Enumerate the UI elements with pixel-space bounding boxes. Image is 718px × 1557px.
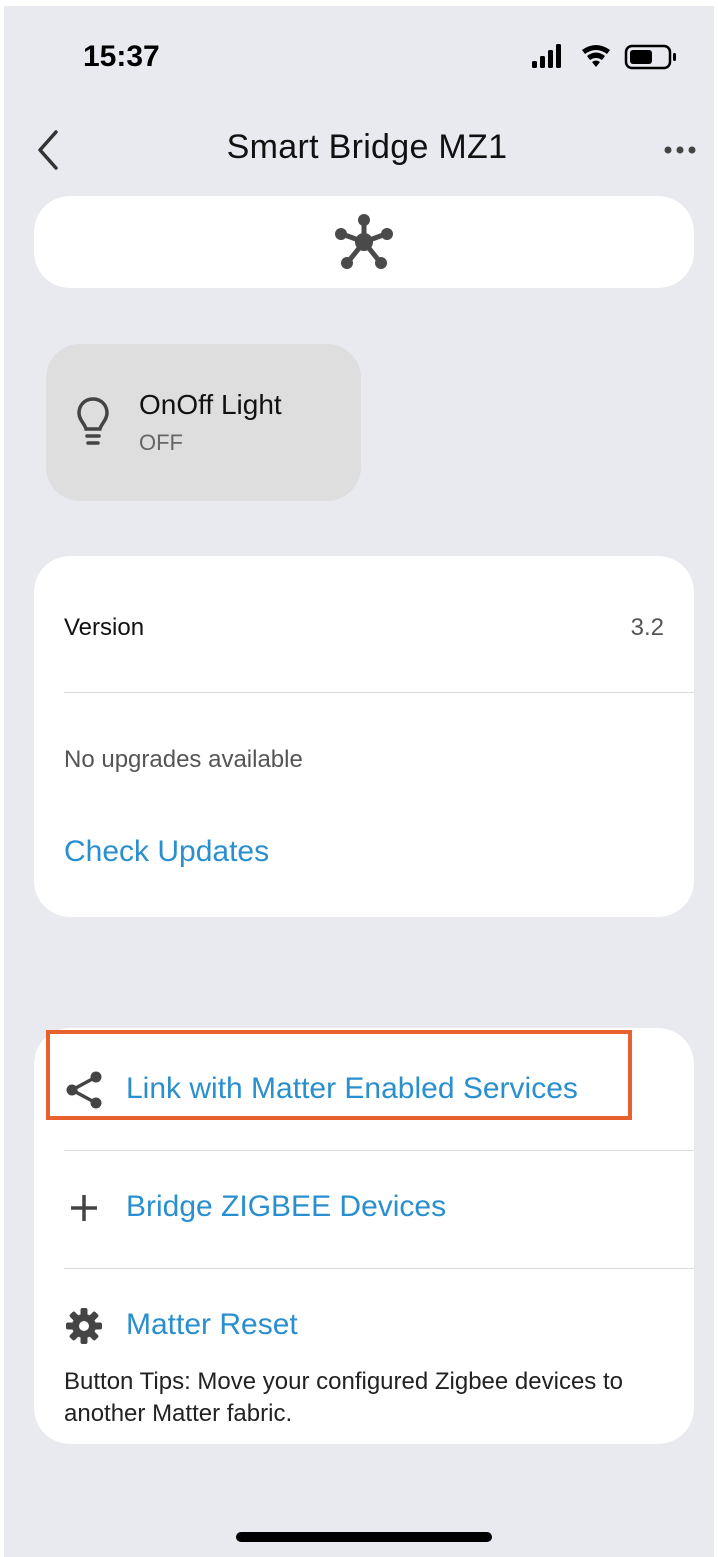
signal-icon <box>532 44 561 68</box>
device-state: OFF <box>139 430 183 455</box>
version-value: 3.2 <box>630 614 664 641</box>
bridge-zigbee-devices-button[interactable]: Bridge ZIGBEE Devices <box>34 1176 694 1236</box>
home-indicator[interactable] <box>236 1532 492 1542</box>
ellipsis-icon <box>664 146 696 154</box>
hub-card <box>34 196 694 288</box>
matter-reset-button[interactable]: Matter Reset <box>34 1294 694 1354</box>
hub-network-icon <box>335 214 393 269</box>
status-icons <box>532 44 676 70</box>
divider <box>64 692 694 693</box>
device-tile-onoff-light[interactable]: OnOff Light OFF <box>46 344 361 501</box>
firmware-card: Version 3.2 No upgrades available Check … <box>34 556 694 917</box>
wifi-icon <box>582 45 610 67</box>
device-name: OnOff Light <box>139 389 282 420</box>
highlight-box <box>46 1030 632 1120</box>
upgrade-status-text: No upgrades available <box>64 746 303 773</box>
status-time: 15:37 <box>83 40 160 73</box>
app-screen: 15:37 Smart Bridge MZ1 OnOff Light OFF V… <box>4 6 714 1557</box>
version-label: Version <box>64 614 145 641</box>
lightbulb-icon <box>77 397 109 445</box>
check-updates-button[interactable]: Check Updates <box>64 835 269 869</box>
divider <box>64 1150 694 1151</box>
button-tips-text: Button Tips: Move your configured Zigbee… <box>64 1368 623 1427</box>
battery-icon <box>624 44 676 70</box>
action-label: Bridge ZIGBEE Devices <box>126 1190 447 1223</box>
plus-icon <box>71 1195 97 1221</box>
divider <box>64 1268 694 1269</box>
action-label: Matter Reset <box>126 1308 298 1341</box>
more-options-button[interactable] <box>660 140 700 160</box>
page-title: Smart Bridge MZ1 <box>226 128 508 166</box>
gear-icon <box>66 1308 102 1344</box>
